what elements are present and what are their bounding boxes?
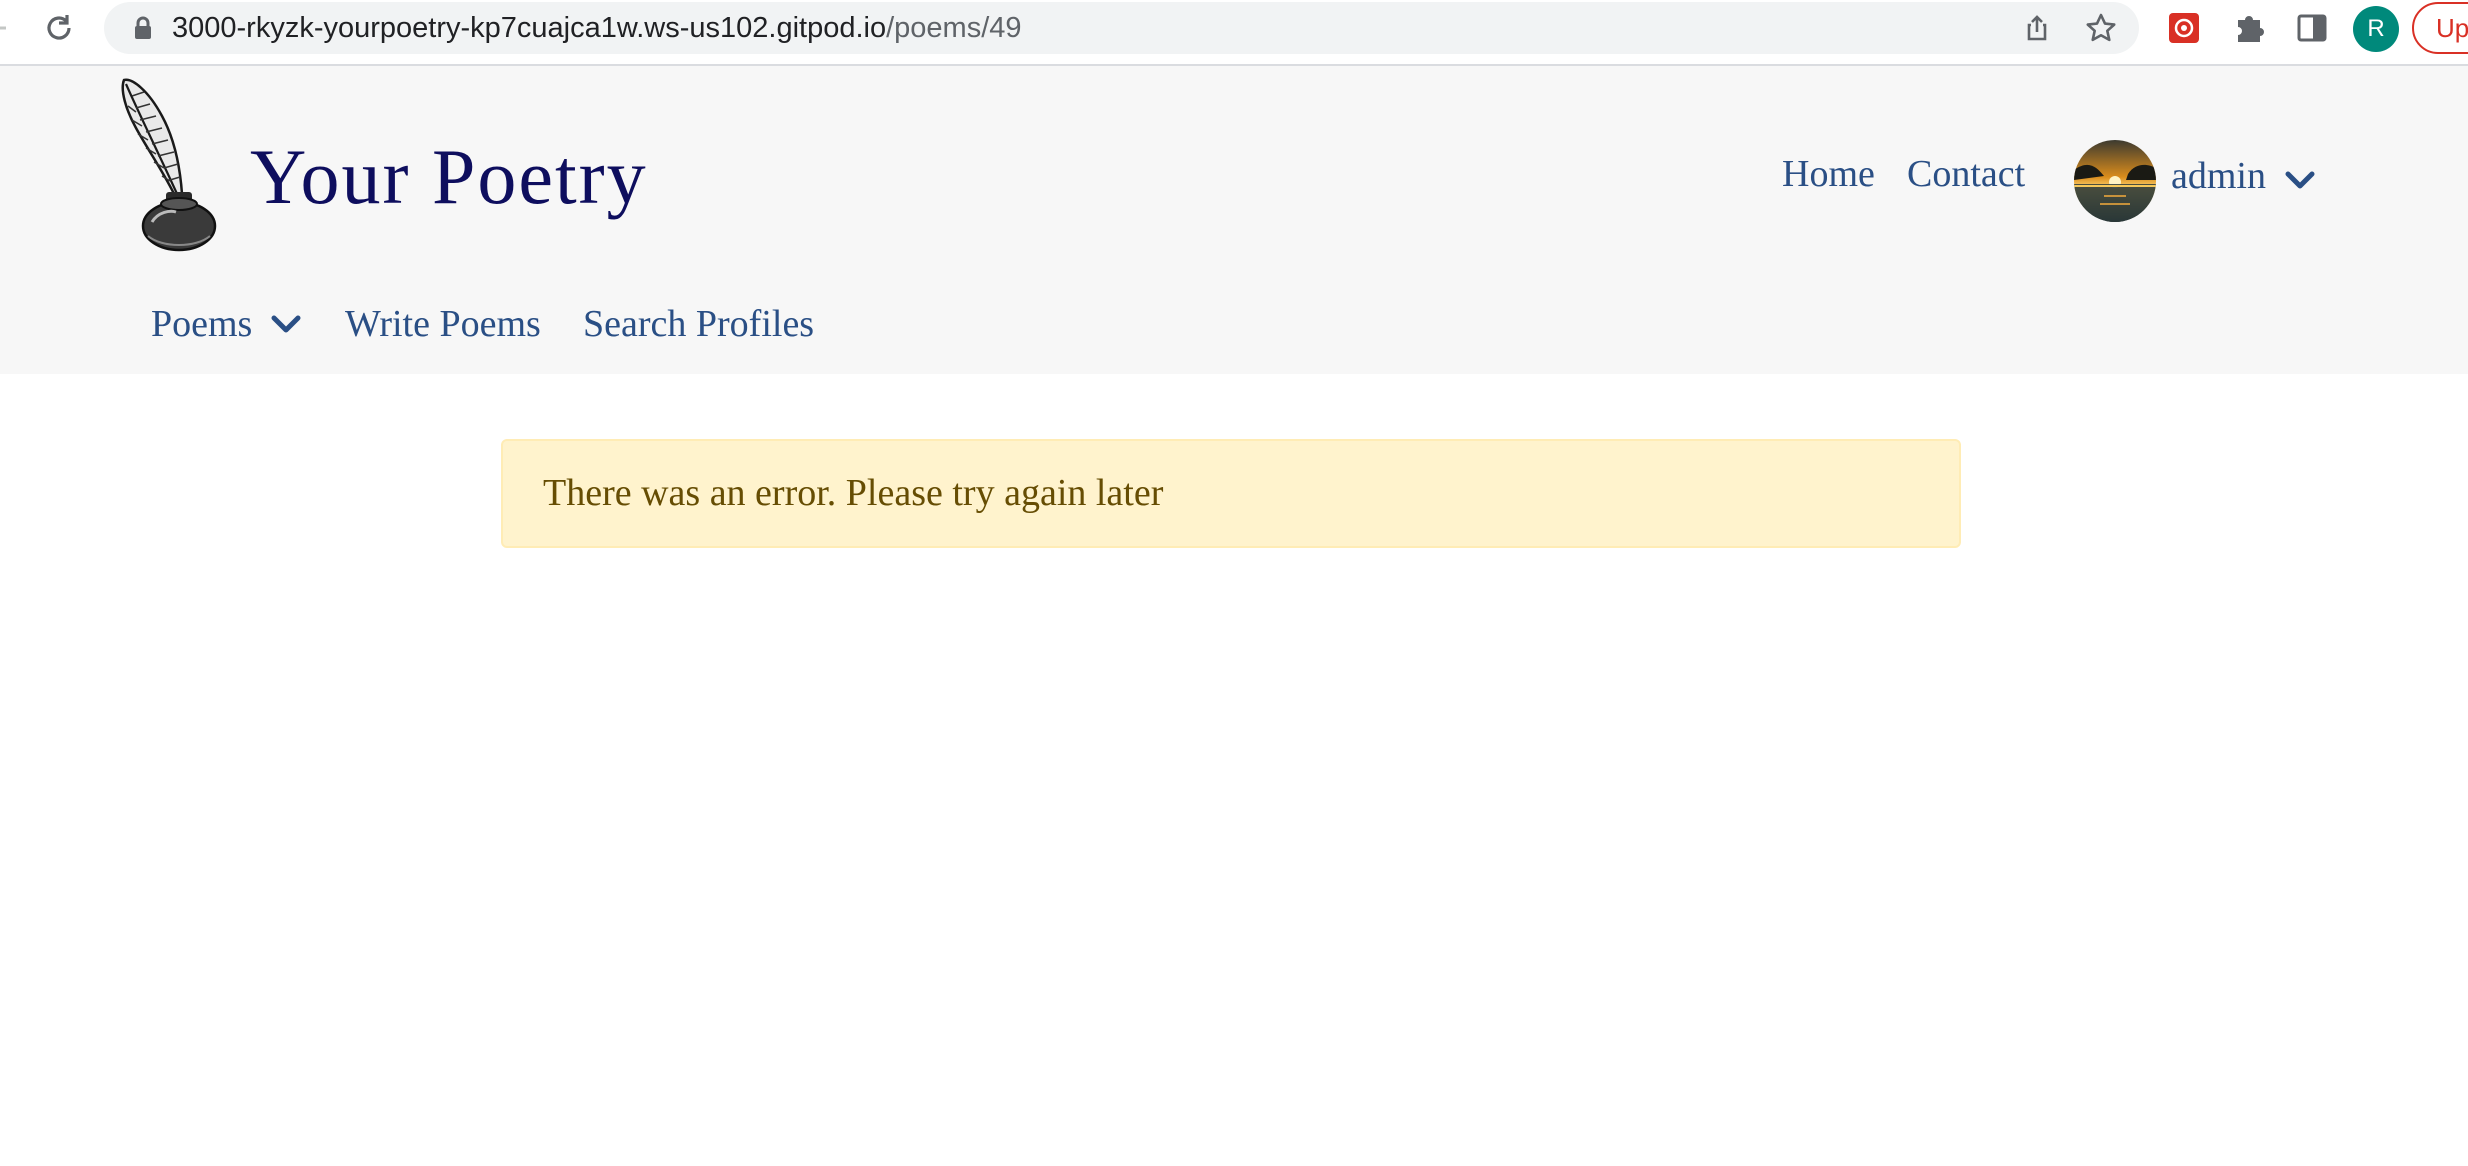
brand-title[interactable]: Your Poetry xyxy=(250,132,648,222)
back-arrow-icon[interactable] xyxy=(0,14,14,42)
chevron-down-icon[interactable] xyxy=(2284,170,2316,197)
profile-initial: R xyxy=(2367,15,2385,42)
error-alert-message: There was an error. Please try again lat… xyxy=(543,472,1164,514)
update-button[interactable]: Update xyxy=(2412,2,2468,54)
reload-icon[interactable] xyxy=(42,11,76,45)
side-panel-icon[interactable] xyxy=(2296,12,2328,44)
star-icon[interactable] xyxy=(2085,12,2117,44)
nav-contact-link[interactable]: Contact xyxy=(1907,152,2025,196)
user-menu-name[interactable]: admin xyxy=(2171,154,2266,198)
address-bar[interactable]: 3000-rkyzk-yourpoetry-kp7cuajca1w.ws-us1… xyxy=(104,2,2139,54)
chevron-down-icon[interactable] xyxy=(270,314,302,341)
puzzle-icon[interactable] xyxy=(2232,10,2266,44)
url-host: 3000-rkyzk-yourpoetry-kp7cuajca1w.ws-us1… xyxy=(172,12,887,44)
browser-profile-avatar[interactable]: R xyxy=(2353,6,2399,52)
quill-inkwell-logo[interactable] xyxy=(118,76,222,254)
user-avatar[interactable] xyxy=(2074,140,2156,222)
url-text[interactable]: 3000-rkyzk-yourpoetry-kp7cuajca1w.ws-us1… xyxy=(172,2,1022,54)
nav-poems-dropdown[interactable]: Poems xyxy=(151,302,252,346)
nav-write-poems-link[interactable]: Write Poems xyxy=(345,302,541,346)
browser-toolbar: 3000-rkyzk-yourpoetry-kp7cuajca1w.ws-us1… xyxy=(0,0,2468,66)
error-alert: There was an error. Please try again lat… xyxy=(501,439,1961,548)
nav-home-link[interactable]: Home xyxy=(1782,152,1875,196)
url-path: /poems/49 xyxy=(886,12,1022,44)
extension-app-icon[interactable] xyxy=(2168,12,2200,44)
share-icon[interactable] xyxy=(2022,13,2052,43)
update-label: Update xyxy=(2436,13,2468,43)
nav-search-profiles-link[interactable]: Search Profiles xyxy=(583,302,814,346)
site-header: Your Poetry Home Contact admin Poems Wri… xyxy=(0,66,2468,374)
lock-icon[interactable] xyxy=(130,15,156,41)
